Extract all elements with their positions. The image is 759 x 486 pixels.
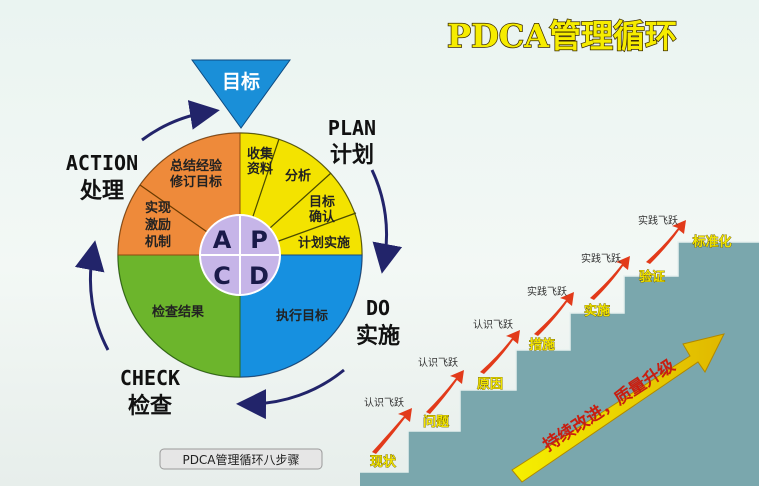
seg-collect-2: 资料 — [247, 161, 273, 177]
step-6: 验证 — [639, 269, 665, 285]
step-label-2: 认识飞跃 — [418, 356, 458, 369]
action-cn-label: 处理 — [79, 178, 124, 204]
check-cn-label: 检查 — [128, 393, 172, 419]
step-7: 标准化 — [691, 234, 731, 250]
seg-incentive-1: 实现 — [145, 200, 171, 216]
step-3: 原因 — [477, 377, 503, 392]
step-1: 现状 — [370, 454, 397, 470]
letter-d: D — [249, 262, 269, 290]
pdca-wheel: A P C D 收集 资料 分析 目标 确认 计划实施 执行目标 检查结果 实现… — [117, 59, 363, 378]
seg-collect-1: 收集 — [247, 146, 274, 162]
seg-plan-impl: 计划实施 — [298, 235, 350, 251]
seg-analyze: 分析 — [285, 168, 311, 184]
step-5: 实施 — [584, 303, 610, 319]
letter-c: C — [213, 262, 231, 290]
step-label-4: 实践飞跃 — [527, 285, 567, 298]
seg-goal-confirm-2: 确认 — [309, 209, 336, 225]
step-label-6: 实践飞跃 — [638, 214, 678, 227]
seg-incentive-2: 激励 — [145, 217, 171, 233]
do-cn-label: 实施 — [356, 323, 400, 349]
seg-execute: 执行目标 — [276, 308, 328, 324]
letter-p: P — [250, 226, 268, 254]
action-label: ACTION — [66, 151, 138, 175]
plan-cn-label: 计划 — [330, 143, 374, 168]
page-title: PDCA管理循环 — [447, 17, 677, 55]
letter-a: A — [213, 226, 232, 254]
check-label: CHECK — [120, 366, 180, 390]
step-label-5: 实践飞跃 — [581, 252, 621, 265]
caption-box: PDCA管理循环八步骤 — [159, 448, 323, 470]
caption: PDCA管理循环八步骤 — [182, 452, 299, 467]
seg-check-result: 检查结果 — [152, 304, 204, 320]
step-4: 措施 — [529, 337, 555, 353]
pdca-diagram: PDCA管理循环 A P C D 收集 资料 分析 目标 确认 计划实施 执行目… — [66, 16, 759, 486]
seg-summary-2: 修订目标 — [169, 174, 222, 190]
goal-label: 目标 — [222, 71, 260, 93]
do-label: DO — [366, 296, 390, 320]
seg-incentive-3: 机制 — [145, 234, 171, 250]
step-2: 问题 — [423, 414, 450, 430]
plan-label: PLAN — [328, 116, 376, 140]
step-label-1: 认识飞跃 — [364, 396, 404, 409]
seg-goal-confirm-1: 目标 — [309, 194, 335, 210]
seg-summary-1: 总结经验 — [170, 158, 223, 174]
step-label-3: 认识飞跃 — [473, 318, 513, 331]
